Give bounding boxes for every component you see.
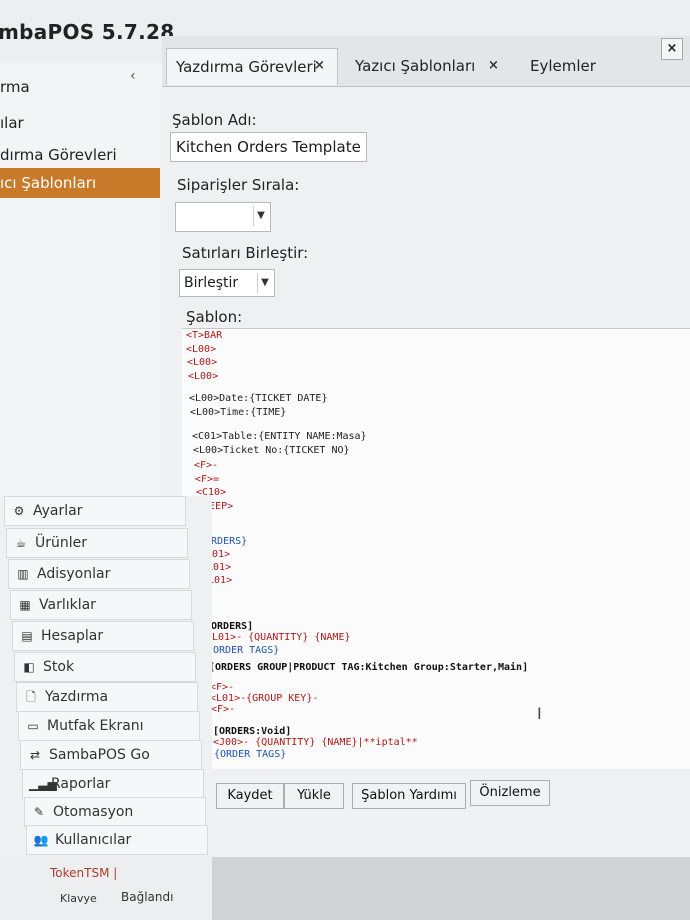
module-label: Hesaplar: [41, 628, 104, 644]
stock-icon: ◧: [23, 660, 35, 674]
module-entities[interactable]: ▦ Varlıklar: [10, 590, 192, 620]
tab-label: Yazdırma Görevleri: [176, 58, 317, 76]
connection-status: Bağlandı: [121, 890, 174, 904]
module-kitchen-display[interactable]: ▭ Mutfak Ekranı: [18, 711, 200, 741]
template-line: <L00>Time:{TIME}: [190, 407, 287, 418]
template-line: <F>-: [211, 704, 236, 715]
module-label: Mutfak Ekranı: [47, 718, 144, 734]
preview-button[interactable]: Önizleme: [470, 780, 550, 806]
module-printing[interactable]: 🗋 Yazdırma: [16, 682, 198, 712]
module-label: Ürünler: [35, 535, 88, 551]
left-navigation: ‹ rma ılar dırma Görevleri ıcı Şablonlar…: [0, 62, 163, 502]
template-line: <L00>: [186, 344, 217, 355]
tab-label: Eylemler: [530, 57, 596, 75]
module-label: Kullanıcılar: [55, 832, 132, 848]
sort-orders-label: Siparişler Sırala:: [177, 176, 300, 194]
table-icon: ▦: [19, 598, 31, 612]
nav-item-settings[interactable]: rma: [0, 72, 162, 102]
status-user: TokenTSM |: [50, 866, 118, 880]
merge-lines-value: Birleştir: [184, 275, 239, 291]
module-automation[interactable]: ✎ Otomasyon: [24, 797, 206, 827]
monitor-icon: ▭: [27, 719, 39, 733]
template-line: [ORDERS GROUP|PRODUCT TAG:Kitchen Group:…: [209, 662, 529, 673]
module-label: Otomasyon: [53, 804, 134, 820]
module-sambapos-go[interactable]: ⇄ SambaPOS Go: [20, 740, 202, 770]
template-line: [ORDERS:Void]: [213, 726, 292, 737]
template-line: <L00>Date:{TICKET DATE}: [189, 393, 328, 404]
template-line: <C01>Table:{ENTITY NAME:Masa}: [192, 431, 367, 442]
close-icon[interactable]: ×: [314, 58, 325, 73]
template-line: <F>=: [195, 474, 220, 485]
keyboard-button[interactable]: Klavye: [60, 892, 97, 905]
module-label: Stok: [43, 659, 75, 675]
users-icon: 👥: [33, 833, 49, 847]
tab-actions[interactable]: Eylemler: [522, 48, 662, 84]
chart-icon: ▁▃▅: [29, 777, 57, 791]
load-button[interactable]: Yükle: [284, 783, 344, 809]
template-line: <T>BAR: [186, 330, 223, 341]
module-products[interactable]: ☕ Ürünler: [6, 528, 188, 558]
books-icon: ▥: [17, 567, 29, 581]
module-label: Yazdırma: [45, 689, 109, 705]
module-accounts[interactable]: ▤ Hesaplar: [12, 621, 194, 651]
template-line: <L00>: [188, 371, 219, 382]
tab-print-jobs[interactable]: Yazdırma Görevleri: [166, 48, 338, 85]
module-inventory[interactable]: ◧ Stok: [14, 652, 196, 682]
text-cursor-icon: I: [537, 704, 542, 723]
status-bar: TokenTSM | Klavye Bağlandı: [0, 856, 212, 920]
template-line: <J00>- {QUANTITY} {NAME}|**iptal**: [213, 737, 418, 748]
module-label: SambaPOS Go: [49, 747, 150, 763]
gear-icon: ⚙: [13, 504, 25, 518]
module-settings[interactable]: ⚙ Ayarlar: [4, 496, 186, 526]
document-icon: 🗋: [26, 690, 36, 704]
template-line: {ORDER TAGS}: [207, 645, 280, 656]
merge-lines-select[interactable]: Birleştir ▼: [179, 269, 275, 297]
module-users[interactable]: 👥 Kullanıcılar: [26, 825, 208, 855]
template-label: Şablon:: [186, 308, 243, 326]
nav-item-print-jobs[interactable]: dırma Görevleri: [0, 140, 162, 170]
template-name-field[interactable]: Kitchen Orders Template: [170, 132, 367, 162]
template-help-button[interactable]: Şablon Yardımı: [352, 783, 466, 809]
template-line: [ORDERS]: [205, 621, 254, 632]
nav-item-printer-templates[interactable]: ıcı Şablonları: [0, 168, 162, 198]
pencil-icon: ✎: [33, 805, 45, 819]
module-label: Ayarlar: [33, 503, 83, 519]
sort-orders-select[interactable]: ▼: [175, 202, 271, 232]
module-menu: ⚙ Ayarlar ☕ Ürünler ▥ Adisyonlar ▦ Varlıklar…: [0, 496, 212, 856]
template-line: <L01>- {QUANTITY} {NAME}: [206, 632, 351, 643]
save-button[interactable]: Kaydet: [216, 783, 284, 809]
module-tickets[interactable]: ▥ Adisyonlar: [8, 559, 190, 589]
template-line: <L01>-{GROUP KEY}-: [210, 693, 319, 704]
panel-close-button[interactable]: ×: [661, 38, 683, 60]
module-label: Raporlar: [51, 776, 111, 792]
template-name-label: Şablon Adı:: [172, 111, 257, 129]
tab-strip: Yazdırma Görevleri × Yazıcı Şablonları ×…: [162, 36, 690, 87]
chevron-down-icon: ▼: [253, 206, 268, 226]
nav-item-printers[interactable]: ılar: [0, 108, 162, 138]
template-line: <L00>: [187, 357, 218, 368]
template-line: {ORDER TAGS}: [214, 749, 287, 760]
button-bar: Kaydet Yükle Şablon Yardımı Önizleme: [212, 780, 690, 820]
template-line: <F>-: [194, 460, 219, 471]
module-label: Varlıklar: [39, 597, 96, 613]
calculator-icon: ▤: [21, 629, 33, 643]
module-reports[interactable]: ▁▃▅Raporlar: [22, 769, 204, 799]
app-title: mbaPOS 5.7.28: [0, 20, 175, 44]
module-label: Adisyonlar: [37, 566, 111, 582]
tab-printer-templates[interactable]: Yazıcı Şablonları: [346, 48, 496, 84]
chevron-down-icon: ▼: [257, 273, 272, 293]
template-line: <F>-: [210, 682, 235, 693]
template-line: <L00>Ticket No:{TICKET NO}: [193, 445, 350, 456]
cup-icon: ☕: [15, 536, 27, 550]
close-icon[interactable]: ×: [488, 58, 499, 73]
merge-lines-label: Satırları Birleştir:: [182, 244, 309, 262]
tab-label: Yazıcı Şablonları: [355, 57, 476, 75]
sync-icon: ⇄: [29, 748, 41, 762]
